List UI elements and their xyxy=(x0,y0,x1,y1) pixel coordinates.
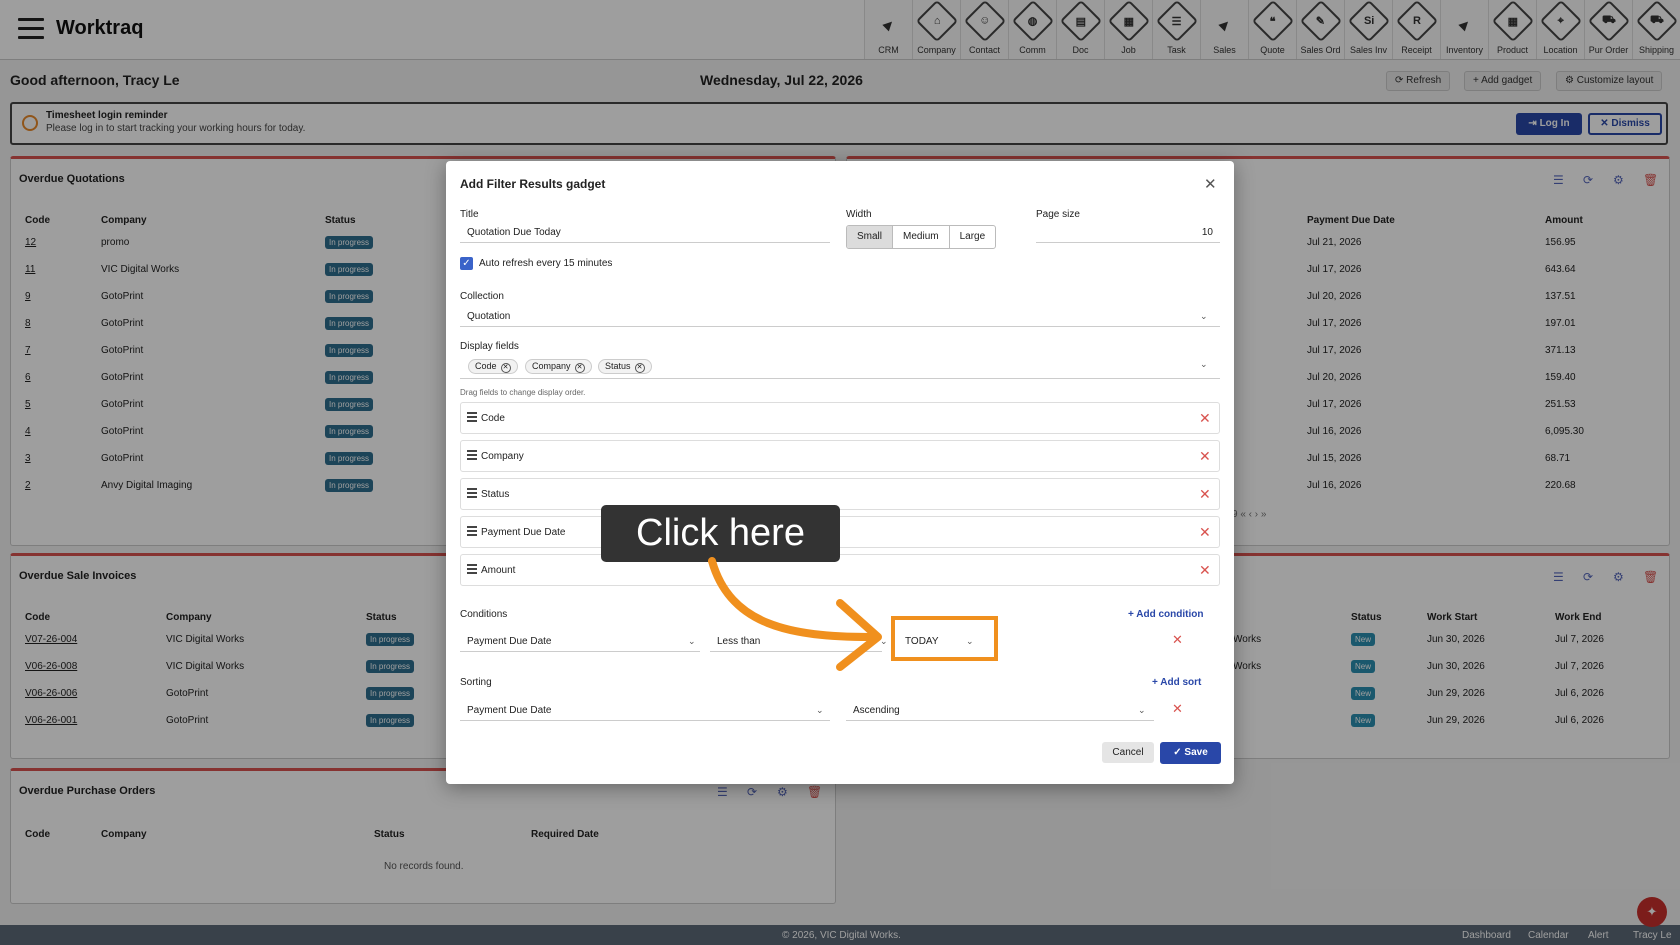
title-input[interactable]: Quotation Due Today xyxy=(460,223,830,243)
today-value-highlight xyxy=(891,616,998,661)
drag-handle-icon[interactable] xyxy=(467,450,477,462)
dialog-title: Add Filter Results gadget xyxy=(460,177,606,191)
add-condition-button[interactable]: + Add condition xyxy=(1128,609,1203,620)
arrow-curve xyxy=(708,557,874,641)
remove-field-icon[interactable]: ✕ xyxy=(1199,524,1211,541)
display-field-row[interactable]: Status ✕ xyxy=(460,478,1220,510)
width-large-option[interactable]: Large xyxy=(950,226,996,248)
drag-hint: Drag fields to change display order. xyxy=(460,388,586,397)
chevron-down-icon: ⌄ xyxy=(1200,311,1208,321)
drag-handle-icon[interactable] xyxy=(467,526,477,538)
cancel-button[interactable]: Cancel xyxy=(1102,742,1154,763)
display-field-row[interactable]: Company ✕ xyxy=(460,440,1220,472)
remove-field-icon[interactable]: ✕ xyxy=(1199,448,1211,465)
chip-status[interactable]: Status ✕ xyxy=(598,359,652,374)
field-name: Status xyxy=(481,489,510,500)
display-field-row[interactable]: Payment Due Date ✕ xyxy=(460,516,1220,548)
display-fields-underline xyxy=(460,378,1220,379)
add-filter-results-dialog: Add Filter Results gadget ✕ Title Quotat… xyxy=(446,161,1234,784)
remove-chip-icon[interactable]: ✕ xyxy=(634,363,645,373)
field-name: Code xyxy=(481,413,505,424)
chevron-down-icon: ⌄ xyxy=(1138,705,1146,715)
width-small-option[interactable]: Small xyxy=(847,226,894,248)
sorting-label: Sorting xyxy=(460,677,492,688)
page-size-label: Page size xyxy=(1036,209,1080,220)
width-selector: Small Medium Large xyxy=(846,225,997,249)
collection-select[interactable]: Quotation xyxy=(460,305,1220,327)
width-medium-option[interactable]: Medium xyxy=(893,226,950,248)
close-icon[interactable]: ✕ xyxy=(1204,175,1217,193)
chip-code[interactable]: Code ✕ xyxy=(468,359,518,374)
field-name: Company xyxy=(481,451,524,462)
drag-handle-icon[interactable] xyxy=(467,488,477,500)
chevron-down-icon: ⌄ xyxy=(816,705,824,715)
display-fields-label: Display fields xyxy=(460,341,519,352)
auto-refresh-checkbox[interactable]: ✓ xyxy=(460,257,473,270)
field-name: Payment Due Date xyxy=(481,527,566,538)
click-here-callout: Click here xyxy=(601,505,840,562)
title-label: Title xyxy=(460,209,479,220)
remove-field-icon[interactable]: ✕ xyxy=(1199,410,1211,427)
chevron-down-icon: ⌄ xyxy=(688,636,696,646)
remove-sort-icon[interactable]: ✕ xyxy=(1172,701,1183,717)
sort-direction-select[interactable]: Ascending xyxy=(846,699,1154,721)
chevron-down-icon[interactable]: ⌄ xyxy=(1200,359,1208,370)
remove-chip-icon[interactable]: ✕ xyxy=(500,363,511,373)
callout-arrow xyxy=(708,557,882,671)
condition-field-select[interactable]: Payment Due Date xyxy=(460,630,700,652)
remove-condition-icon[interactable]: ✕ xyxy=(1172,632,1183,648)
remove-chip-icon[interactable]: ✕ xyxy=(574,363,585,373)
remove-field-icon[interactable]: ✕ xyxy=(1199,562,1211,579)
width-label: Width xyxy=(846,209,872,220)
drag-handle-icon[interactable] xyxy=(467,412,477,424)
save-button[interactable]: ✓ Save xyxy=(1160,742,1221,764)
drag-handle-icon[interactable] xyxy=(467,564,477,576)
collection-label: Collection xyxy=(460,291,504,302)
remove-field-icon[interactable]: ✕ xyxy=(1199,486,1211,503)
chip-company[interactable]: Company ✕ xyxy=(525,359,592,374)
page-size-input[interactable]: 10 xyxy=(1036,223,1220,243)
auto-refresh-label: Auto refresh every 15 minutes xyxy=(479,258,613,269)
conditions-label: Conditions xyxy=(460,609,508,620)
add-sort-button[interactable]: + Add sort xyxy=(1152,677,1201,688)
field-name: Amount xyxy=(481,565,516,576)
display-field-row[interactable]: Code ✕ xyxy=(460,402,1220,434)
sort-field-select[interactable]: Payment Due Date xyxy=(460,699,830,721)
